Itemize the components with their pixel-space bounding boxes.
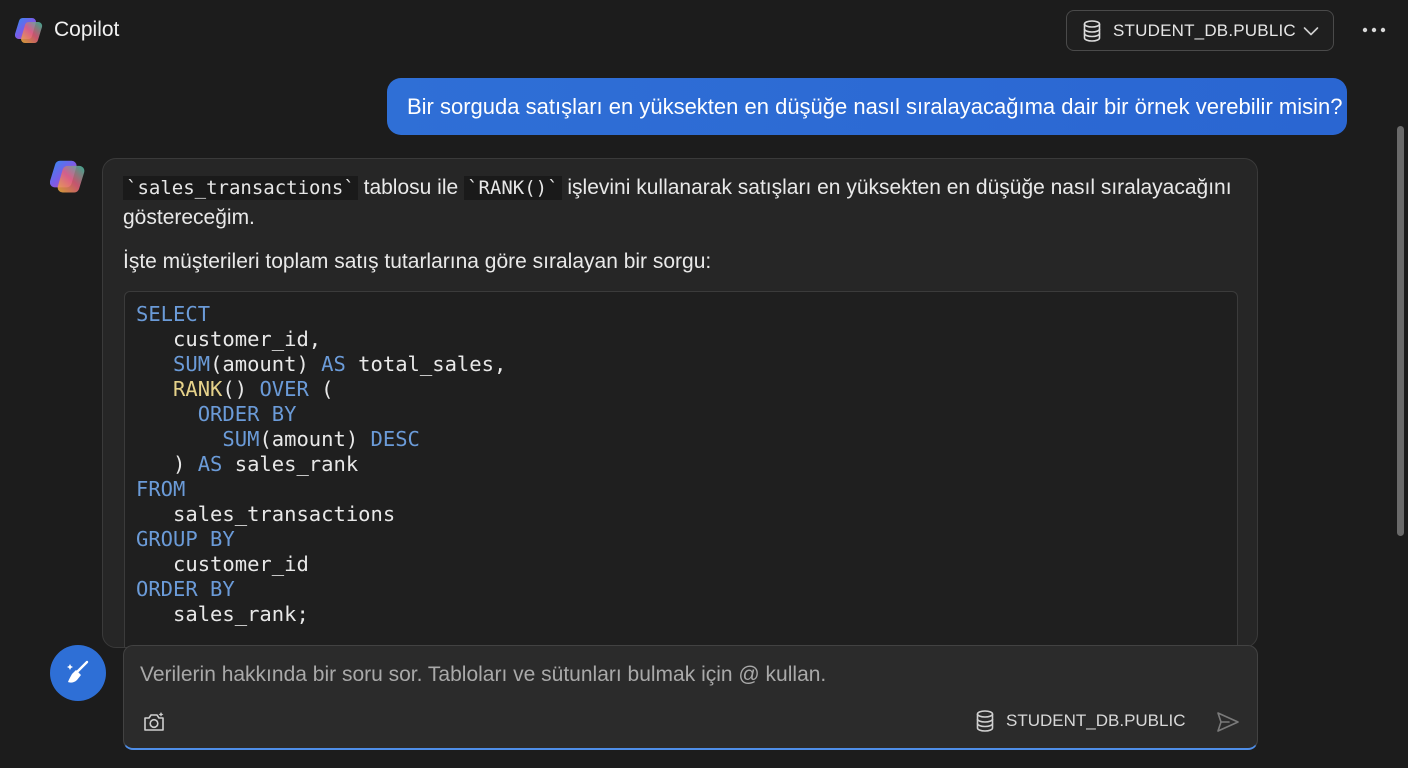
database-icon (1083, 19, 1101, 42)
code-line: ORDER BY (136, 402, 297, 427)
code-line: sales_rank; (136, 602, 309, 627)
code-text: customer_id (173, 552, 309, 576)
app-title: Copilot (54, 18, 120, 41)
code-line: RANK() OVER ( (136, 377, 334, 402)
code-text: ) (173, 452, 198, 476)
code-line: SUM(amount) DESC (136, 427, 420, 452)
inline-code-table: `sales_transactions` (123, 176, 358, 200)
chevron-down-icon (1303, 27, 1319, 36)
code-keyword: AS (321, 352, 346, 376)
code-function: SUM (222, 427, 260, 451)
code-keyword: ORDER BY (136, 577, 235, 601)
code-line: customer_id, (136, 327, 321, 352)
code-line: ORDER BY (136, 577, 235, 602)
database-selector[interactable]: STUDENT_DB.PUBLIC (1066, 10, 1334, 51)
composer-input[interactable]: Verilerin hakkında bir soru sor. Tablola… (140, 663, 826, 687)
code-text: ( (308, 377, 334, 401)
code-line: SUM(amount) AS total_sales, (136, 352, 506, 377)
database-selector-label: STUDENT_DB.PUBLIC (1113, 20, 1296, 40)
intro-text-part: tablosu ile (357, 176, 465, 199)
code-line: sales_transactions (136, 502, 395, 527)
database-icon (976, 710, 994, 732)
copilot-window: Copilot STUDENT_DB.PUBLIC Bir sorguda sa… (0, 0, 1408, 768)
more-options-button[interactable] (1358, 18, 1390, 42)
composer-database-label: STUDENT_DB.PUBLIC (1006, 711, 1186, 730)
scrollbar[interactable] (1397, 126, 1404, 536)
code-text: () (222, 377, 260, 401)
code-keyword: ORDER BY (197, 402, 297, 426)
camera-icon[interactable] (142, 710, 166, 734)
inline-code-function: `RANK()` (464, 176, 562, 200)
sql-code-block: SELECT customer_id, SUM(amount) AS total… (124, 291, 1238, 647)
copilot-avatar-icon (50, 160, 85, 193)
code-text: (amount) (210, 352, 322, 376)
assistant-lead-text: İşte müşterileri toplam satış tutarların… (123, 250, 712, 273)
user-message: Bir sorguda satışları en yüksekten en dü… (387, 78, 1347, 135)
code-keyword: AS (197, 452, 223, 476)
broom-sparkle-icon (67, 660, 89, 683)
code-keyword: DESC (370, 427, 420, 451)
code-line: SELECT (136, 302, 210, 327)
code-keyword: OVER (259, 377, 309, 401)
message-composer[interactable]: Verilerin hakkında bir soru sor. Tablola… (123, 645, 1258, 750)
code-line: FROM (136, 477, 185, 502)
code-text: sales_rank (222, 452, 359, 476)
code-text: sales_rank; (173, 602, 309, 626)
code-line: GROUP BY (136, 527, 235, 552)
code-function: RANK (173, 377, 223, 401)
code-text: (amount) (259, 427, 371, 451)
copilot-logo-icon (15, 17, 43, 44)
code-text: customer_id, (173, 327, 322, 351)
code-text: total_sales, (345, 352, 507, 376)
composer-database-chip[interactable]: STUDENT_DB.PUBLIC (976, 710, 1185, 732)
code-function: SUM (173, 352, 211, 376)
assistant-intro-text: `sales_transactions` tablosu ile `RANK()… (123, 173, 1233, 233)
assistant-message: `sales_transactions` tablosu ile `RANK()… (102, 158, 1258, 648)
code-keyword: SELECT (136, 302, 211, 326)
new-chat-button[interactable] (50, 645, 106, 701)
code-keyword: GROUP BY (136, 527, 235, 551)
code-text: sales_transactions (173, 502, 396, 526)
code-line: ) AS sales_rank (136, 452, 358, 477)
header: Copilot STUDENT_DB.PUBLIC (0, 0, 1408, 62)
code-line: customer_id (136, 552, 309, 577)
code-keyword: FROM (136, 477, 186, 501)
send-icon[interactable] (1215, 709, 1241, 735)
